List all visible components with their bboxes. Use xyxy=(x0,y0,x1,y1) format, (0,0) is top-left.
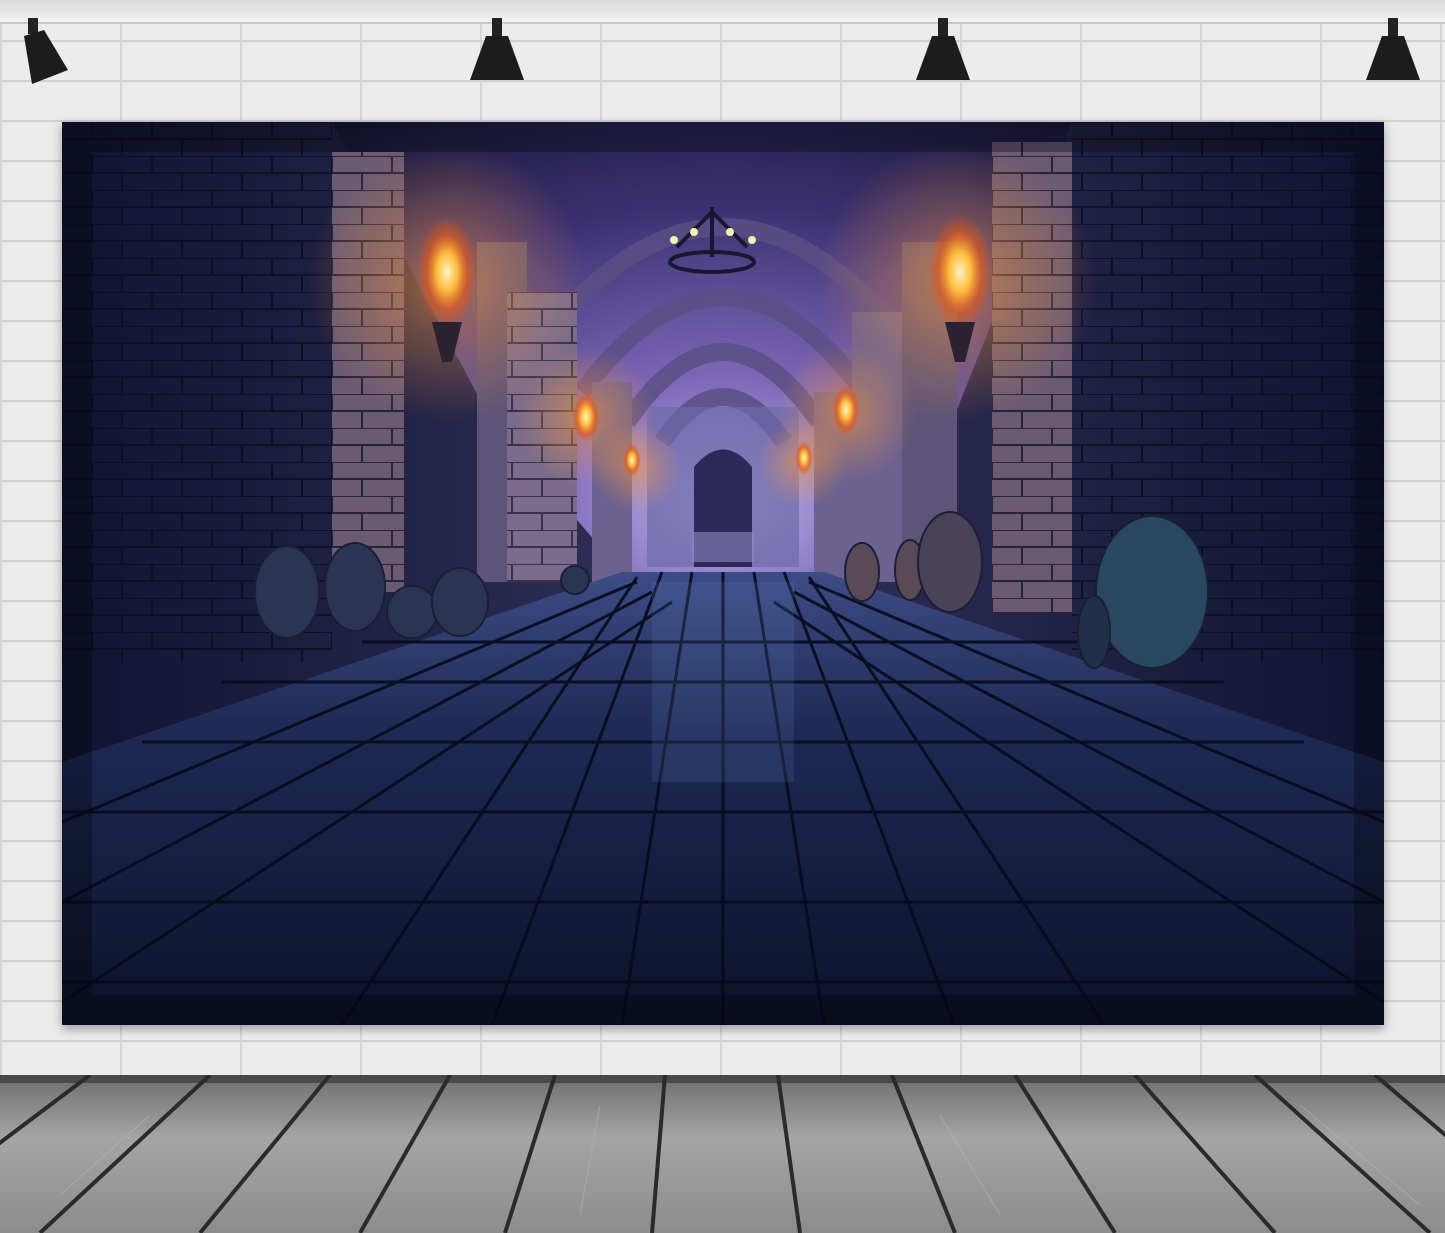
spotlight-lamp-1 xyxy=(24,18,68,84)
spotlight-lamp-2 xyxy=(470,18,524,80)
photo-scene xyxy=(0,0,1445,1233)
wooden-plank-floor xyxy=(0,1075,1445,1233)
spotlight-lamp-4 xyxy=(1366,18,1420,80)
ceiling-light-track xyxy=(0,0,1445,24)
dungeon-corridor-backdrop xyxy=(62,122,1384,1025)
spotlight-lamp-3 xyxy=(916,18,970,80)
